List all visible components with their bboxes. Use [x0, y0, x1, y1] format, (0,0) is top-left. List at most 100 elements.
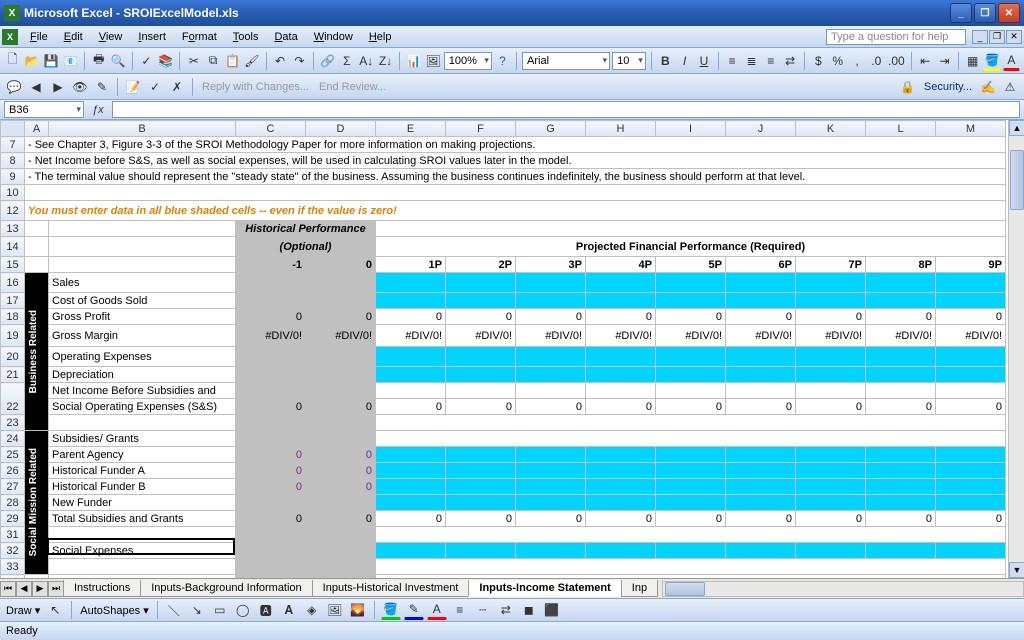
cell[interactable]: Depreciation — [49, 367, 236, 383]
cell[interactable]: 0 — [446, 511, 516, 527]
sort-desc-button[interactable]: Z↓ — [377, 51, 394, 71]
row-header[interactable]: 28 — [1, 495, 25, 511]
row-header[interactable]: 8 — [1, 153, 25, 169]
cell[interactable]: 7P — [796, 257, 866, 273]
sheet-tab[interactable]: Inp — [621, 580, 658, 597]
cell[interactable]: 8P — [866, 257, 936, 273]
cell[interactable]: 0 — [726, 309, 796, 325]
redo-button[interactable]: ↷ — [291, 51, 308, 71]
row-header[interactable]: 12 — [1, 201, 25, 221]
sheet-tab[interactable]: Inputs-Historical Investment — [312, 580, 470, 597]
line-color-button[interactable]: ✎ — [404, 600, 424, 620]
cell[interactable]: Sales — [49, 273, 236, 293]
menu-format[interactable]: Format — [174, 29, 225, 45]
new-comment-button[interactable]: 💬 — [4, 77, 24, 97]
menu-file[interactable]: File — [22, 29, 56, 45]
sig-button[interactable]: ✍ — [978, 77, 998, 97]
security-icon[interactable]: 🔒 — [898, 77, 918, 97]
fill-color-button[interactable]: 🪣 — [983, 51, 1000, 71]
cell[interactable]: Gross Profit — [49, 309, 236, 325]
cell[interactable]: Net Income Before Subsidies and — [49, 383, 236, 399]
cell[interactable]: 0 — [796, 511, 866, 527]
cell[interactable]: Historical Funder A — [49, 463, 236, 479]
formula-input[interactable] — [112, 101, 1020, 118]
cell[interactable]: 0 — [516, 399, 586, 415]
sort-asc-button[interactable]: A↓ — [358, 51, 375, 71]
cell[interactable]: 0 — [796, 399, 866, 415]
col-header-row[interactable]: A B C D E F G H I J K L M — [1, 121, 1006, 137]
cell[interactable]: Social Operating Expenses (S&S) — [49, 399, 236, 415]
row-header[interactable]: 15 — [1, 257, 25, 273]
chart-button[interactable]: 📊 — [405, 51, 422, 71]
cell[interactable]: Projected Financial Performance (Require… — [376, 237, 1006, 257]
row-header[interactable]: 20 — [1, 347, 25, 367]
paste-button[interactable]: 📋 — [224, 51, 241, 71]
menu-insert[interactable]: Insert — [130, 29, 174, 45]
worksheet-grid[interactable]: A B C D E F G H I J K L M 7- See Chapter… — [0, 120, 1024, 578]
mdi-close-button[interactable]: ✕ — [1006, 30, 1022, 44]
increase-decimal-button[interactable]: .0 — [868, 51, 885, 71]
menu-help[interactable]: Help — [361, 29, 400, 45]
cell[interactable]: 1P — [376, 257, 446, 273]
cell[interactable]: 0 — [306, 399, 376, 415]
diagram-button[interactable]: ◈ — [302, 600, 322, 620]
cell[interactable]: 0 — [656, 309, 726, 325]
row-header[interactable]: 24 — [1, 431, 25, 447]
select-all-corner[interactable] — [1, 121, 25, 137]
3d-button[interactable]: ⬛ — [542, 600, 562, 620]
cell[interactable]: #DIV/0! — [866, 325, 936, 347]
cell[interactable]: 0 — [306, 257, 376, 273]
menu-data[interactable]: Data — [266, 29, 305, 45]
hyperlink-button[interactable]: 🔗 — [319, 51, 336, 71]
cell[interactable]: 0 — [306, 309, 376, 325]
rectangle-button[interactable]: ▭ — [210, 600, 230, 620]
cell[interactable]: 0 — [866, 399, 936, 415]
tab-nav-next[interactable]: ▶ — [32, 581, 48, 597]
cell[interactable]: #DIV/0! — [446, 325, 516, 347]
cell[interactable] — [25, 185, 1006, 201]
col-header[interactable]: J — [726, 121, 796, 137]
cell[interactable]: #DIV/0! — [236, 325, 306, 347]
row-header[interactable]: 29 — [1, 511, 25, 527]
scroll-down-button[interactable]: ▼ — [1009, 562, 1024, 578]
row-header[interactable]: 33 — [1, 559, 25, 575]
draw-menu[interactable]: Draw ▾ — [4, 604, 42, 617]
row-header[interactable]: 10 — [1, 185, 25, 201]
cell[interactable]: 0 — [236, 463, 306, 479]
cell[interactable]: 0 — [376, 399, 446, 415]
scroll-thumb[interactable] — [1010, 150, 1024, 210]
cell[interactable]: #DIV/0! — [516, 325, 586, 347]
print-button[interactable]: 🖶 — [90, 51, 107, 71]
name-box[interactable]: B36 — [4, 101, 84, 118]
row-header[interactable]: 21 — [1, 367, 25, 383]
cell[interactable]: 0 — [866, 309, 936, 325]
reject-button[interactable]: ✗ — [167, 77, 187, 97]
arrow-style-button[interactable]: ⇄ — [496, 600, 516, 620]
clipart-button[interactable]: 🖼 — [325, 600, 345, 620]
shadow-button[interactable]: ◼ — [519, 600, 539, 620]
vertical-scrollbar[interactable]: ▲ ▼ — [1008, 120, 1024, 578]
row-header[interactable]: 31 — [1, 527, 25, 543]
cell[interactable]: 6P — [726, 257, 796, 273]
fill-color-draw-button[interactable]: 🪣 — [381, 600, 401, 620]
cell[interactable]: #DIV/0! — [656, 325, 726, 347]
align-left-button[interactable]: ≡ — [724, 51, 741, 71]
cell[interactable]: Parent Agency — [49, 447, 236, 463]
cell[interactable]: Gross Margin — [49, 325, 236, 347]
menu-window[interactable]: Window — [306, 29, 361, 45]
format-painter-button[interactable]: 🖌 — [243, 51, 260, 71]
mdi-minimize-button[interactable]: _ — [972, 30, 988, 44]
autosum-button[interactable]: Σ — [338, 51, 355, 71]
col-header[interactable]: M — [936, 121, 1006, 137]
italic-button[interactable]: I — [676, 51, 693, 71]
decrease-decimal-button[interactable]: .00 — [887, 51, 906, 71]
row-header[interactable]: 19 — [1, 325, 25, 347]
spelling-button[interactable]: ✓ — [138, 51, 155, 71]
cell[interactable]: Operating Expenses — [49, 347, 236, 367]
cell[interactable]: 0 — [306, 511, 376, 527]
cell[interactable]: 0 — [516, 309, 586, 325]
row-header[interactable]: 26 — [1, 463, 25, 479]
cell[interactable]: Net Income After Social — [49, 575, 236, 579]
cell[interactable]: You must enter data in all blue shaded c… — [25, 201, 1006, 221]
ink-button[interactable]: ✎ — [92, 77, 112, 97]
